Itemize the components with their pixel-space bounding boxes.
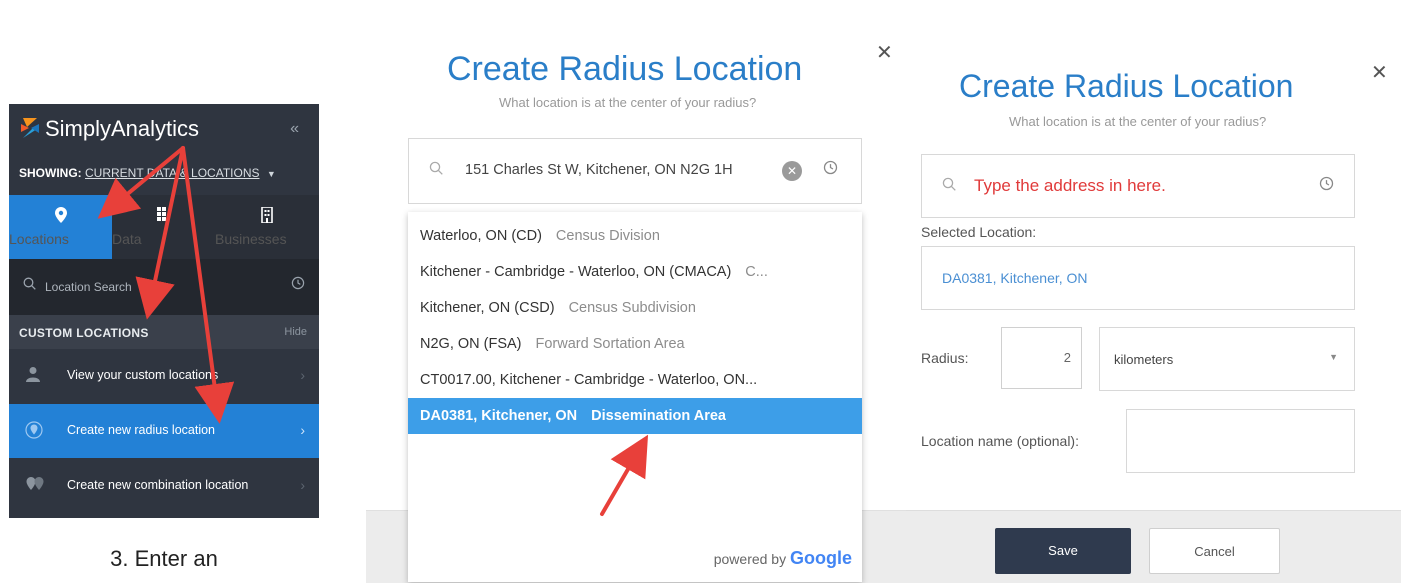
history-icon[interactable] (823, 160, 838, 179)
cancel-button[interactable]: Cancel (1149, 528, 1280, 574)
sidebar-tabs: Locations Data Businesses (9, 195, 319, 259)
unit-value: kilometers (1114, 352, 1174, 367)
result-type: Census Division (555, 228, 660, 244)
radius-label: Radius: (921, 350, 969, 366)
result-name: DA0381, Kitchener, ON (420, 408, 578, 424)
tab-data[interactable]: Data (112, 195, 215, 259)
chevron-right-icon: › (300, 477, 305, 493)
create-radius-modal-form: ✕ Create Radius Location What location i… (906, 52, 1401, 583)
sidebar-item-label: Create new combination location (67, 478, 249, 492)
create-radius-modal-search: ✕ Create Radius Location What location i… (366, 40, 906, 583)
result-name: CT0017.00, Kitchener - Cambridge - Water… (420, 372, 758, 388)
sidebar-item-label: View your custom locations (67, 368, 219, 382)
custom-locations-title: CUSTOM LOCATIONS (19, 326, 149, 340)
list-item-selected[interactable]: DA0381, Kitchener, ON Dissemination Area (408, 398, 862, 434)
result-type: Forward Sortation Area (535, 336, 685, 352)
building-icon (215, 206, 319, 227)
close-icon[interactable]: ✕ (876, 40, 893, 65)
radius-input[interactable]: 2 (1001, 327, 1082, 389)
search-hint-annotation: Type the address in here. (974, 176, 1166, 195)
collapse-icon[interactable]: « (290, 120, 299, 138)
powered-by-text: powered by (713, 551, 787, 567)
result-type: Census Subdivision (568, 300, 696, 316)
powered-by-google: powered by Google (714, 548, 852, 569)
combination-pins-icon (25, 476, 45, 497)
step-caption: 3. Enter an (110, 546, 218, 571)
autocomplete-dropdown: Waterloo, ON (CD) Census Division Kitchen… (408, 212, 862, 582)
brand-bar: SimplyAnalytics « (9, 104, 319, 150)
sidebar-item-create-radius-location[interactable]: Create new radius location › (9, 404, 319, 458)
history-icon[interactable] (291, 276, 305, 293)
location-center-search[interactable]: Type the address in here. (921, 154, 1355, 218)
showing-selector[interactable]: SHOWING: CURRENT DATA & LOCATIONS ▼ (19, 166, 276, 180)
list-item[interactable]: N2G, ON (FSA) Forward Sortation Area (408, 326, 862, 362)
list-item[interactable]: CT0017.00, Kitchener - Cambridge - Water… (408, 362, 862, 398)
simplyanalytics-logo (21, 118, 39, 138)
brand-name: SimplyAnalytics (45, 116, 200, 141)
radius-value: 2 (1063, 350, 1071, 365)
sidebar-panel: SimplyAnalytics « SHOWING: CURRENT DATA … (9, 104, 319, 518)
hide-link[interactable]: Hide (284, 326, 307, 338)
list-item[interactable]: Waterloo, ON (CD) Census Division (408, 218, 862, 254)
search-icon (429, 161, 443, 179)
result-name: Waterloo, ON (CD) (420, 228, 542, 244)
chevron-right-icon: › (300, 422, 305, 438)
user-icon (25, 366, 41, 387)
modal-footer: Save Cancel (906, 510, 1401, 583)
search-icon (942, 177, 956, 195)
close-icon[interactable]: ✕ (1371, 60, 1388, 85)
sidebar-item-view-custom-locations[interactable]: View your custom locations › (9, 349, 319, 403)
result-type: Dissemination Area (591, 408, 726, 424)
search-icon (23, 277, 36, 293)
custom-locations-header: CUSTOM LOCATIONS Hide (9, 315, 319, 349)
tab-label: Locations (9, 231, 69, 247)
location-center-search[interactable]: 151 Charles St W, Kitchener, ON N2G 1H ✕ (408, 138, 862, 204)
location-search-bar (9, 259, 319, 315)
google-logo: Google (790, 548, 852, 568)
save-button[interactable]: Save (995, 528, 1131, 574)
chevron-down-icon: ▼ (266, 169, 276, 179)
result-type: C... (745, 264, 768, 280)
radius-pin-icon (25, 421, 43, 444)
location-name-input[interactable] (1126, 409, 1355, 473)
modal-title: Create Radius Location (959, 68, 1294, 104)
map-pin-icon (9, 207, 112, 227)
list-item[interactable]: Kitchener - Cambridge - Waterloo, ON (CM… (408, 254, 862, 290)
unit-select[interactable]: kilometers ▼ (1099, 327, 1355, 391)
location-name-label: Location name (optional): (921, 433, 1079, 449)
modal-subtitle: What location is at the center of your r… (499, 95, 757, 110)
grid-icon (112, 207, 215, 227)
chevron-right-icon: › (300, 367, 305, 383)
chevron-down-icon: ▼ (1329, 352, 1338, 362)
search-input-value[interactable]: 151 Charles St W, Kitchener, ON N2G 1H (465, 162, 775, 178)
sidebar-item-label: Create new radius location (67, 423, 215, 437)
result-name: Kitchener, ON (CSD) (420, 300, 555, 316)
tab-label: Businesses (215, 231, 287, 247)
clear-icon[interactable]: ✕ (782, 161, 802, 181)
selected-location-box: DA0381, Kitchener, ON (921, 246, 1355, 310)
selected-location-value: DA0381, Kitchener, ON (942, 270, 1088, 286)
showing-value[interactable]: CURRENT DATA & LOCATIONS (85, 166, 259, 180)
list-item[interactable]: Kitchener, ON (CSD) Census Subdivision (408, 290, 862, 326)
result-name: Kitchener - Cambridge - Waterloo, ON (CM… (420, 264, 732, 280)
location-search-input[interactable] (45, 275, 275, 299)
tab-locations[interactable]: Locations (9, 195, 112, 259)
showing-prefix: SHOWING: (19, 166, 82, 180)
selected-location-label: Selected Location: (921, 224, 1037, 240)
result-name: N2G, ON (FSA) (420, 336, 522, 352)
modal-title: Create Radius Location (447, 50, 803, 88)
tab-label: Data (112, 231, 142, 247)
modal-subtitle: What location is at the center of your r… (1009, 114, 1267, 129)
sidebar-item-create-combination-location[interactable]: Create new combination location › (9, 459, 319, 513)
tab-businesses[interactable]: Businesses (215, 195, 319, 259)
history-icon[interactable] (1319, 176, 1334, 195)
